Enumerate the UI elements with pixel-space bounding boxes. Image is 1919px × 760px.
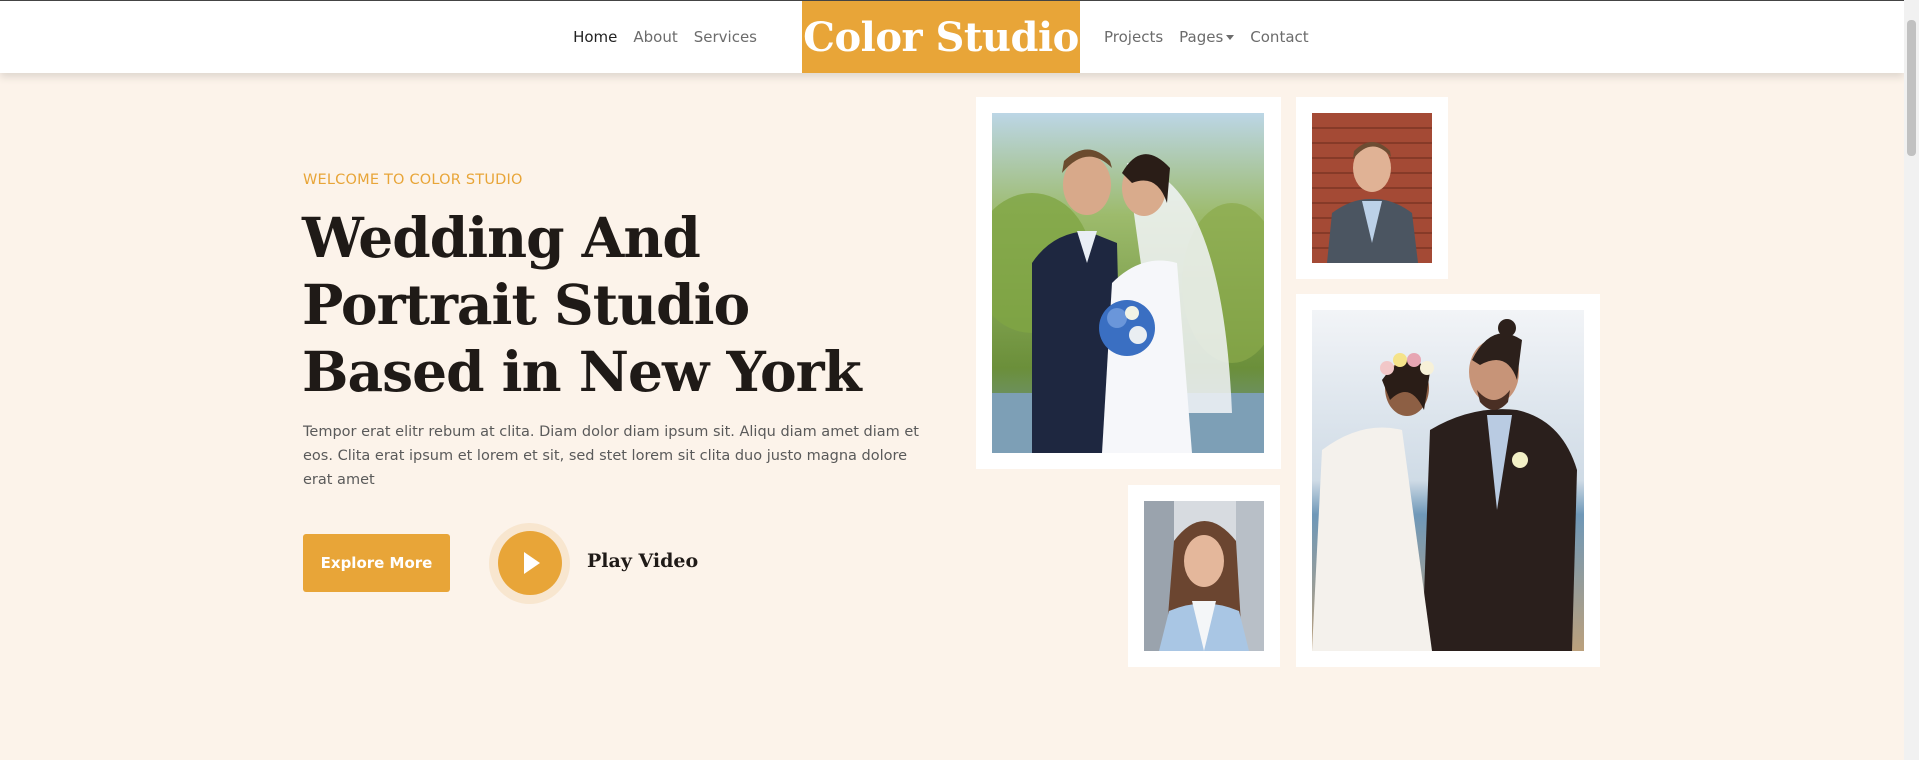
hero-eyebrow: WELCOME TO COLOR STUDIO	[303, 172, 523, 188]
nav-right-group: Projects Pages Contact	[1096, 1, 1317, 73]
nav-contact-link[interactable]: Contact	[1242, 28, 1316, 46]
nav-services-link[interactable]: Services	[686, 28, 765, 46]
hero-description: Tempor erat elitr rebum at clita. Diam d…	[303, 424, 919, 488]
hero-title: Wedding And Portrait Studio Based in New…	[302, 205, 862, 404]
wedding-couple-bouquet-photo	[992, 113, 1264, 453]
nav-pages-label: Pages	[1179, 28, 1224, 46]
woman-portrait-photo	[1144, 501, 1264, 651]
explore-more-button[interactable]: Explore More	[303, 534, 450, 592]
navbar: Home About Services Color Studio Project…	[0, 1, 1904, 73]
nav-pages-dropdown[interactable]: Pages	[1171, 28, 1242, 46]
nav-left-group: Home About Services	[565, 1, 765, 73]
play-icon	[524, 552, 540, 574]
nav-home-link[interactable]: Home	[565, 28, 625, 46]
caret-down-icon	[1226, 35, 1235, 40]
brand-logo[interactable]: Color Studio	[802, 1, 1080, 73]
play-video-label[interactable]: Play Video	[587, 550, 698, 572]
page-scrollbar[interactable]	[1904, 0, 1919, 760]
couple-flower-crown-photo	[1312, 310, 1584, 651]
scrollbar-thumb[interactable]	[1907, 20, 1916, 156]
window-top-border	[0, 0, 1919, 1]
play-video-button[interactable]	[498, 531, 562, 595]
nav-about-link[interactable]: About	[625, 28, 685, 46]
man-portrait-photo	[1312, 113, 1432, 263]
nav-projects-link[interactable]: Projects	[1096, 28, 1171, 46]
